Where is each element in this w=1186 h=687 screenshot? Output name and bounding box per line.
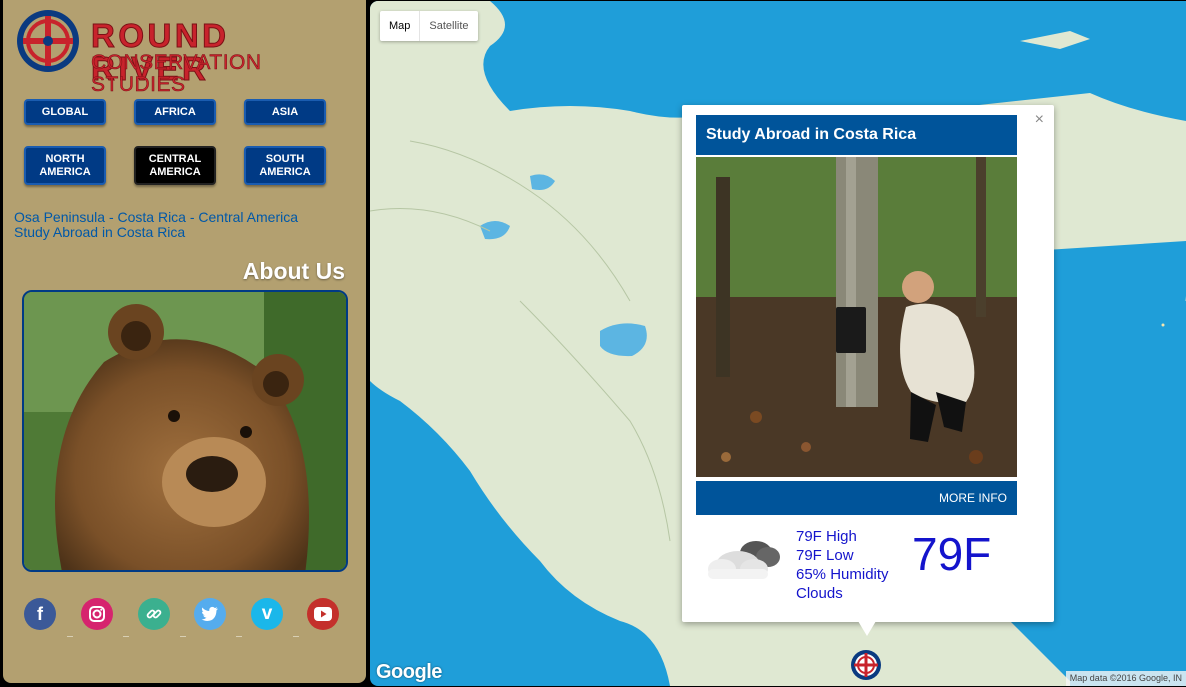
weather-condition: Clouds — [796, 585, 843, 602]
close-icon[interactable]: × — [1035, 111, 1044, 129]
google-logo[interactable]: Google — [376, 661, 442, 684]
divider — [236, 636, 242, 637]
info-window: × Study Abroad in Costa Rica MORE INFO 7… — [682, 105, 1054, 622]
site-logo[interactable]: ROUND RIVER CONSERVATION STUDIES — [15, 8, 360, 96]
region-button-asia[interactable]: ASIA — [244, 99, 326, 125]
facebook-icon[interactable]: f — [24, 598, 56, 630]
map-type-control: Map Satellite — [380, 11, 478, 41]
info-window-title: Study Abroad in Costa Rica — [696, 115, 1017, 155]
instagram-icon[interactable] — [81, 598, 113, 630]
bear-photo[interactable] — [22, 290, 348, 572]
location-breadcrumb[interactable]: Osa Peninsula - Costa Rica - Central Ame… — [14, 210, 298, 225]
divider — [67, 636, 73, 637]
program-link[interactable]: Study Abroad in Costa Rica — [14, 225, 185, 240]
info-window-pointer — [858, 621, 876, 636]
map-type-satellite-button[interactable]: Satellite — [419, 11, 477, 41]
region-button-africa[interactable]: AFRICA — [134, 99, 216, 125]
more-info-button[interactable]: MORE INFO — [696, 481, 1017, 515]
map-marker-icon[interactable] — [850, 649, 882, 681]
link-icon[interactable] — [138, 598, 170, 630]
map-type-map-button[interactable]: Map — [380, 11, 419, 41]
logo-emblem-icon — [17, 10, 79, 72]
divider — [123, 636, 129, 637]
map-attribution[interactable]: Map data ©2016 Google, IN — [1065, 671, 1186, 686]
weather-low: 79F Low — [796, 547, 854, 564]
region-button-central-america[interactable]: CENTRAL AMERICA — [134, 146, 216, 185]
brand-subtitle: CONSERVATION STUDIES — [91, 51, 262, 96]
divider — [180, 636, 186, 637]
about-us-heading[interactable]: About Us — [243, 258, 345, 285]
vimeo-icon[interactable]: v — [251, 598, 283, 630]
region-button-south-america[interactable]: SOUTH AMERICA — [244, 146, 326, 185]
weather-humidity: 65% Humidity — [796, 566, 889, 583]
cloud-icon — [704, 535, 784, 590]
weather-high: 79F High — [796, 528, 857, 545]
youtube-icon[interactable] — [307, 598, 339, 630]
twitter-icon[interactable] — [194, 598, 226, 630]
sidebar: ROUND RIVER CONSERVATION STUDIES GLOBAL … — [3, 0, 366, 683]
map-canvas[interactable]: Map Satellite × Study Abroad in Costa Ri… — [370, 1, 1186, 686]
divider — [293, 636, 299, 637]
current-temperature: 79F — [912, 528, 992, 580]
field-study-photo[interactable] — [696, 157, 1017, 477]
region-button-north-america[interactable]: NORTH AMERICA — [24, 146, 106, 185]
region-button-global[interactable]: GLOBAL — [24, 99, 106, 125]
